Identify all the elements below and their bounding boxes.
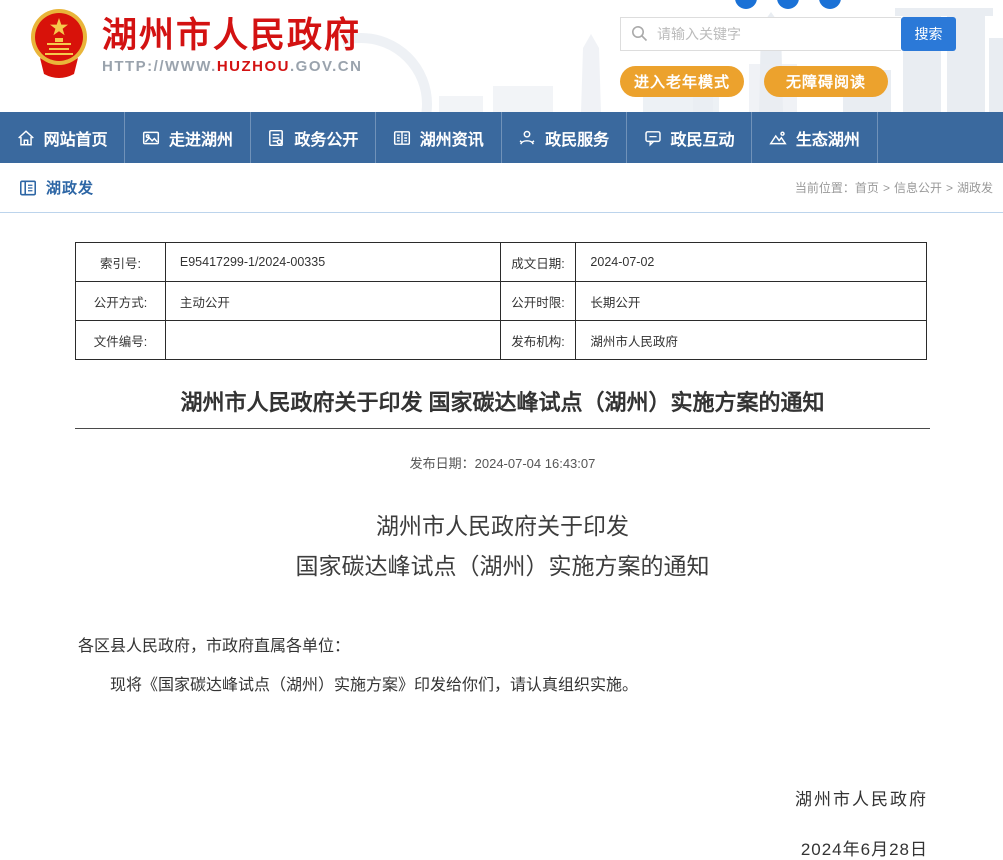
nav-item-civic-interaction[interactable]: 政民互动: [627, 112, 752, 163]
chat-icon: [644, 129, 662, 147]
breadcrumb: 当前位置：首页>信息公开>湖政发: [795, 179, 993, 196]
breadcrumb-current[interactable]: 湖政发: [957, 181, 993, 195]
nav-item-home[interactable]: 网站首页: [0, 112, 125, 163]
news-icon: [393, 129, 411, 147]
meta-label-issue-date: 成文日期:: [500, 243, 576, 282]
meta-value-disclosure-period: 长期公开: [576, 282, 927, 321]
breadcrumb-link-info-disclosure[interactable]: 信息公开: [894, 181, 942, 195]
national-emblem-icon: [28, 8, 90, 82]
table-row: 文件编号: 发布机构: 湖州市人民政府: [76, 321, 927, 360]
search-icon: [631, 25, 648, 42]
home-icon: [17, 129, 35, 147]
meta-value-index-number: E95417299-1/2024-00335: [165, 243, 500, 282]
search-input[interactable]: [620, 17, 901, 51]
section-title: 湖政发: [46, 177, 94, 198]
document-title-line1: 湖州市人民政府关于印发: [75, 506, 930, 546]
nav-item-civic-services[interactable]: 政民服务: [502, 112, 627, 163]
nav-item-gov-disclosure[interactable]: 政务公开: [251, 112, 376, 163]
nav-spacer: [878, 112, 1003, 163]
meta-value-disclosure-method: 主动公开: [165, 282, 500, 321]
nav-item-huzhou-news[interactable]: 湖州资讯: [376, 112, 501, 163]
site-logo[interactable]: 湖州市人民政府 HTTP://WWW.HUZHOU.GOV.CN: [28, 8, 362, 82]
title-divider: [75, 428, 930, 429]
body-paragraph: 现将《国家碳达峰试点（湖州）实施方案》印发给你们，请认真组织实施。: [75, 671, 930, 695]
page-title: 湖州市人民政府关于印发 国家碳达峰试点（湖州）实施方案的通知: [75, 385, 930, 417]
meta-label-disclosure-method: 公开方式:: [76, 282, 166, 321]
breadcrumb-link-home[interactable]: 首页: [855, 181, 879, 195]
meta-value-file-number: [165, 321, 500, 360]
meta-value-issue-date: 2024-07-02: [576, 243, 927, 282]
table-row: 索引号: E95417299-1/2024-00335 成文日期: 2024-0…: [76, 243, 927, 282]
accessibility-buttons: 进入老年模式 无障碍阅读: [620, 66, 888, 97]
gov-document-icon: [267, 129, 285, 147]
document-meta-table: 索引号: E95417299-1/2024-00335 成文日期: 2024-0…: [75, 242, 927, 360]
site-header: 湖州市人民政府 HTTP://WWW.HUZHOU.GOV.CN 搜索 进入老年…: [0, 0, 1003, 112]
site-url: HTTP://WWW.HUZHOU.GOV.CN: [102, 58, 362, 75]
signature-agency: 湖州市人民政府: [75, 785, 930, 810]
meta-label-file-number: 文件编号:: [76, 321, 166, 360]
document-folder-icon: [18, 178, 38, 198]
site-name: 湖州市人民政府: [102, 16, 362, 56]
scenery-icon: [142, 129, 160, 147]
search-bar: 搜索: [620, 17, 956, 51]
meta-label-disclosure-period: 公开时限:: [500, 282, 576, 321]
publish-date: 发布日期：2024-07-04 16:43:07: [75, 453, 930, 472]
eco-mountain-icon: [769, 129, 787, 147]
signature-date: 2024年6月28日: [75, 835, 930, 860]
breadcrumb-location-label: 当前位置：: [795, 181, 855, 195]
nav-item-about-huzhou[interactable]: 走进湖州: [125, 112, 250, 163]
breadcrumb-bar: 湖政发 当前位置：首页>信息公开>湖政发: [0, 163, 1003, 213]
document-title: 湖州市人民政府关于印发 国家碳达峰试点（湖州）实施方案的通知: [75, 506, 930, 586]
main-navigation: 网站首页 走进湖州 政务公开 湖州资讯 政民服务 政民互动 生态湖州: [0, 112, 1003, 163]
meta-label-issuing-agency: 发布机构:: [500, 321, 576, 360]
salutation-paragraph: 各区县人民政府，市政府直属各单位：: [75, 632, 930, 656]
document-title-line2: 国家碳达峰试点（湖州）实施方案的通知: [75, 546, 930, 586]
nav-item-eco-huzhou[interactable]: 生态湖州: [752, 112, 877, 163]
table-row: 公开方式: 主动公开 公开时限: 长期公开: [76, 282, 927, 321]
search-button[interactable]: 搜索: [901, 17, 956, 51]
service-icon: [518, 129, 536, 147]
meta-label-index-number: 索引号:: [76, 243, 166, 282]
meta-value-issuing-agency: 湖州市人民政府: [576, 321, 927, 360]
section-heading: 湖政发: [18, 177, 94, 198]
barrier-free-reading-button[interactable]: 无障碍阅读: [764, 66, 888, 97]
document-content: 索引号: E95417299-1/2024-00335 成文日期: 2024-0…: [75, 242, 930, 860]
elder-mode-button[interactable]: 进入老年模式: [620, 66, 744, 97]
